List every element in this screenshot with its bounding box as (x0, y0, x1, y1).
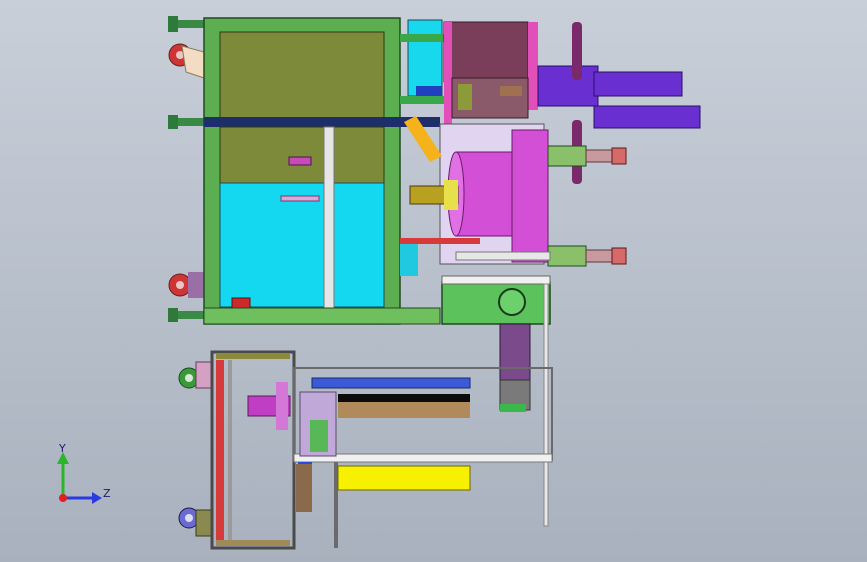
olive-rail-top (216, 354, 290, 359)
axis-triad: Y Z (57, 442, 111, 504)
olive-panel-upper (219, 31, 385, 119)
gray-upright (228, 360, 232, 540)
purple-support-column (499, 323, 531, 381)
tan-plate (338, 402, 470, 418)
white-bar-right (455, 251, 551, 261)
tank-divider (323, 126, 335, 310)
z-axis-label: Z (103, 487, 111, 500)
leveling-foot-bottom (168, 308, 204, 322)
pink-bar-right (528, 22, 538, 110)
pink-bar-left (444, 22, 452, 128)
z-axis-arrow (92, 492, 102, 504)
purple-cylinder-upper (593, 71, 683, 97)
red-upright (216, 360, 224, 540)
green-base-box (441, 281, 551, 325)
base-top-strip (441, 275, 551, 285)
clamp-assembly-lower (547, 245, 627, 267)
bottom-rail (203, 307, 441, 325)
leveling-foot-mid (168, 115, 204, 129)
brown-post (296, 464, 312, 512)
green-rod-top (400, 34, 444, 42)
olive-slide (458, 84, 472, 110)
y-axis-label: Y (58, 442, 66, 455)
yellow-plate (337, 465, 471, 491)
panel-label (288, 156, 312, 166)
purple-post-top (572, 22, 582, 80)
magenta-drum-body (455, 151, 517, 237)
green-cylinder-small (310, 420, 328, 452)
olive-panel-lower (219, 126, 385, 184)
base-fan (498, 288, 526, 316)
axis-origin (59, 494, 67, 502)
blue-plate (416, 86, 442, 96)
purple-cylinder-rod (537, 65, 599, 107)
blue-guide-rail (311, 377, 471, 389)
caster-wheel-lower-bottom (178, 507, 213, 537)
leveling-foot-top (168, 16, 204, 32)
motor-mount (276, 382, 288, 430)
caster-wheel-top (168, 43, 205, 79)
purple-cylinder-lower (593, 105, 701, 129)
cad-viewport[interactable]: Y Z (0, 0, 867, 562)
cyan-sensor (400, 244, 418, 276)
green-rod-mid (400, 96, 444, 104)
caster-wheel-lower-top (178, 361, 213, 389)
cyan-block-top (407, 19, 443, 97)
lower-machine-assembly (178, 350, 553, 550)
brown-pin (500, 86, 522, 96)
olive-rail-bottom (216, 540, 290, 546)
upper-machine-assembly (168, 16, 701, 527)
lower-frame (210, 350, 296, 550)
green-strip (500, 404, 526, 412)
white-vertical-rod (543, 283, 549, 527)
cyan-tank (219, 182, 385, 308)
maroon-mold-plate (443, 21, 529, 83)
yellow-shaft-sleeve (444, 180, 458, 210)
tank-handle (280, 195, 320, 202)
vertical-rod-lower (334, 462, 338, 548)
caster-wheel-bottom (168, 272, 204, 298)
red-rail (400, 238, 480, 244)
magenta-drum-flange (511, 129, 549, 263)
clamp-assembly-upper (547, 145, 627, 167)
